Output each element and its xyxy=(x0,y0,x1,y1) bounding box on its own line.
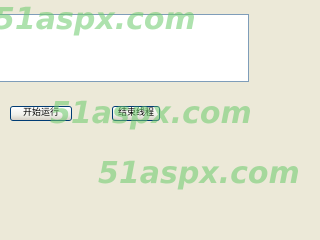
window-body: 开始运行 结束线程 51aspx.com 51aspx.com 51aspx.c… xyxy=(0,0,300,230)
start-run-button[interactable]: 开始运行 xyxy=(10,106,72,121)
top-strip xyxy=(0,0,250,14)
output-textbox[interactable] xyxy=(0,14,249,82)
watermark-text: 51aspx.com xyxy=(98,156,300,191)
stop-thread-button[interactable]: 结束线程 xyxy=(112,106,160,121)
